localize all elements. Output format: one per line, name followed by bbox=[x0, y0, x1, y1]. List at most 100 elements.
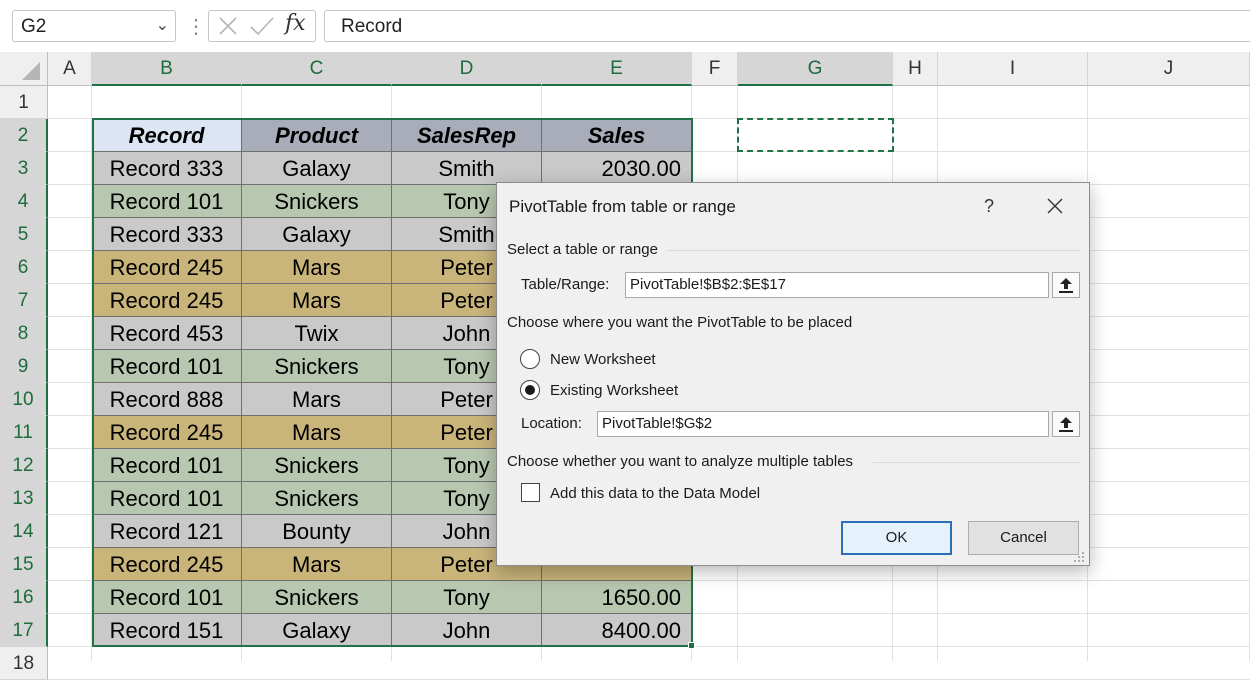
table-cell-product[interactable]: Mars bbox=[242, 416, 392, 449]
table-cell-sales[interactable]: 2030.00 bbox=[542, 152, 692, 185]
table-cell-product[interactable]: Galaxy bbox=[242, 614, 392, 647]
row-header-10[interactable]: 10 bbox=[0, 383, 48, 416]
row-header-16[interactable]: 16 bbox=[0, 581, 48, 614]
location-label: Location: bbox=[521, 415, 582, 432]
column-header-c[interactable]: C bbox=[242, 52, 392, 86]
fill-handle[interactable] bbox=[688, 642, 695, 649]
table-cell-record[interactable]: Record 888 bbox=[92, 383, 242, 416]
table-cell-record[interactable]: Record 121 bbox=[92, 515, 242, 548]
table-cell-record[interactable]: Record 101 bbox=[92, 185, 242, 218]
column-header-e[interactable]: E bbox=[542, 52, 692, 86]
chevron-down-icon[interactable]: ⌄ bbox=[156, 15, 169, 35]
column-header-f[interactable]: F bbox=[692, 52, 738, 86]
table-cell-product[interactable]: Snickers bbox=[242, 581, 392, 614]
drag-handle-icon[interactable]: ⋮ bbox=[186, 14, 206, 39]
radio-existing-worksheet[interactable] bbox=[520, 380, 540, 400]
active-cell-g2[interactable] bbox=[737, 118, 894, 152]
close-icon[interactable] bbox=[1041, 193, 1069, 219]
table-range-input[interactable]: PivotTable!$B$2:$E$17 bbox=[625, 272, 1049, 298]
data-model-label[interactable]: Add this data to the Data Model bbox=[550, 485, 760, 502]
name-box-value: G2 bbox=[21, 16, 47, 37]
table-cell-product[interactable]: Snickers bbox=[242, 350, 392, 383]
column-header-h[interactable]: H bbox=[893, 52, 938, 86]
location-value: PivotTable!$G$2 bbox=[602, 415, 713, 432]
table-cell-record[interactable]: Record 151 bbox=[92, 614, 242, 647]
table-cell-record[interactable]: Record 101 bbox=[92, 581, 242, 614]
dialog-title: PivotTable from table or range bbox=[509, 197, 736, 216]
row-header-5[interactable]: 5 bbox=[0, 218, 48, 251]
table-cell-record[interactable]: Record 245 bbox=[92, 416, 242, 449]
existing-worksheet-label[interactable]: Existing Worksheet bbox=[550, 382, 678, 399]
help-button[interactable]: ? bbox=[975, 193, 1003, 219]
table-cell-product[interactable]: Mars bbox=[242, 383, 392, 416]
table-cell-record[interactable]: Record 333 bbox=[92, 218, 242, 251]
table-header-cell[interactable]: SalesRep bbox=[392, 119, 542, 152]
row-header-6[interactable]: 6 bbox=[0, 251, 48, 284]
column-header-g[interactable]: G bbox=[738, 52, 893, 86]
select-all-triangle-icon bbox=[22, 62, 40, 80]
table-cell-record[interactable]: Record 453 bbox=[92, 317, 242, 350]
formula-input[interactable]: Record bbox=[324, 10, 1250, 42]
section-divider bbox=[667, 250, 1081, 251]
location-collapse-button[interactable] bbox=[1052, 411, 1080, 437]
table-cell-record[interactable]: Record 101 bbox=[92, 449, 242, 482]
table-cell-sales[interactable]: 8400.00 bbox=[542, 614, 692, 647]
column-header-d[interactable]: D bbox=[392, 52, 542, 86]
table-header-cell[interactable]: Record bbox=[92, 119, 242, 152]
row-header-13[interactable]: 13 bbox=[0, 482, 48, 515]
formula-text: Record bbox=[341, 16, 403, 37]
select-all-corner[interactable] bbox=[0, 52, 48, 86]
row-header-7[interactable]: 7 bbox=[0, 284, 48, 317]
table-cell-rep[interactable]: John bbox=[392, 614, 542, 647]
table-cell-product[interactable]: Snickers bbox=[242, 185, 392, 218]
table-cell-rep[interactable]: Smith bbox=[392, 152, 542, 185]
column-header-j[interactable]: J bbox=[1088, 52, 1250, 86]
table-cell-product[interactable]: Snickers bbox=[242, 449, 392, 482]
column-header-a[interactable]: A bbox=[48, 52, 92, 86]
insert-function-icon[interactable]: fx bbox=[285, 11, 306, 36]
row-header-8[interactable]: 8 bbox=[0, 317, 48, 350]
table-cell-product[interactable]: Twix bbox=[242, 317, 392, 350]
data-model-checkbox[interactable] bbox=[521, 483, 540, 502]
row-header-9[interactable]: 9 bbox=[0, 350, 48, 383]
table-cell-product[interactable]: Mars bbox=[242, 284, 392, 317]
table-range-collapse-button[interactable] bbox=[1052, 272, 1080, 298]
location-input[interactable]: PivotTable!$G$2 bbox=[597, 411, 1049, 437]
table-cell-product[interactable]: Galaxy bbox=[242, 218, 392, 251]
cancel-icon[interactable] bbox=[217, 15, 239, 37]
column-header-b[interactable]: B bbox=[92, 52, 242, 86]
row-header-12[interactable]: 12 bbox=[0, 449, 48, 482]
row-header-17[interactable]: 17 bbox=[0, 614, 48, 647]
table-cell-sales[interactable]: 1650.00 bbox=[542, 581, 692, 614]
table-cell-product[interactable]: Bounty bbox=[242, 515, 392, 548]
table-cell-record[interactable]: Record 333 bbox=[92, 152, 242, 185]
table-header-cell[interactable]: Sales bbox=[542, 119, 692, 152]
row-header-2[interactable]: 2 bbox=[0, 119, 48, 152]
table-cell-record[interactable]: Record 245 bbox=[92, 548, 242, 581]
table-cell-product[interactable]: Mars bbox=[242, 548, 392, 581]
table-cell-product[interactable]: Galaxy bbox=[242, 152, 392, 185]
resize-grip-icon[interactable] bbox=[1073, 551, 1085, 563]
ok-button[interactable]: OK bbox=[841, 521, 952, 555]
radio-new-worksheet[interactable] bbox=[520, 349, 540, 369]
cancel-button[interactable]: Cancel bbox=[968, 521, 1079, 555]
table-cell-record[interactable]: Record 245 bbox=[92, 251, 242, 284]
new-worksheet-label[interactable]: New Worksheet bbox=[550, 351, 656, 368]
name-box[interactable]: G2 ⌄ bbox=[12, 10, 176, 42]
table-cell-product[interactable]: Snickers bbox=[242, 482, 392, 515]
table-cell-record[interactable]: Record 245 bbox=[92, 284, 242, 317]
table-cell-product[interactable]: Mars bbox=[242, 251, 392, 284]
checkmark-icon[interactable] bbox=[249, 15, 275, 37]
table-cell-record[interactable]: Record 101 bbox=[92, 482, 242, 515]
row-header-3[interactable]: 3 bbox=[0, 152, 48, 185]
row-header-1[interactable]: 1 bbox=[0, 86, 48, 119]
table-cell-record[interactable]: Record 101 bbox=[92, 350, 242, 383]
column-header-i[interactable]: I bbox=[938, 52, 1088, 86]
row-header-15[interactable]: 15 bbox=[0, 548, 48, 581]
table-cell-rep[interactable]: Tony bbox=[392, 581, 542, 614]
table-header-cell[interactable]: Product bbox=[242, 119, 392, 152]
row-header-18[interactable]: 18 bbox=[0, 647, 48, 680]
row-header-4[interactable]: 4 bbox=[0, 185, 48, 218]
row-header-11[interactable]: 11 bbox=[0, 416, 48, 449]
row-header-14[interactable]: 14 bbox=[0, 515, 48, 548]
